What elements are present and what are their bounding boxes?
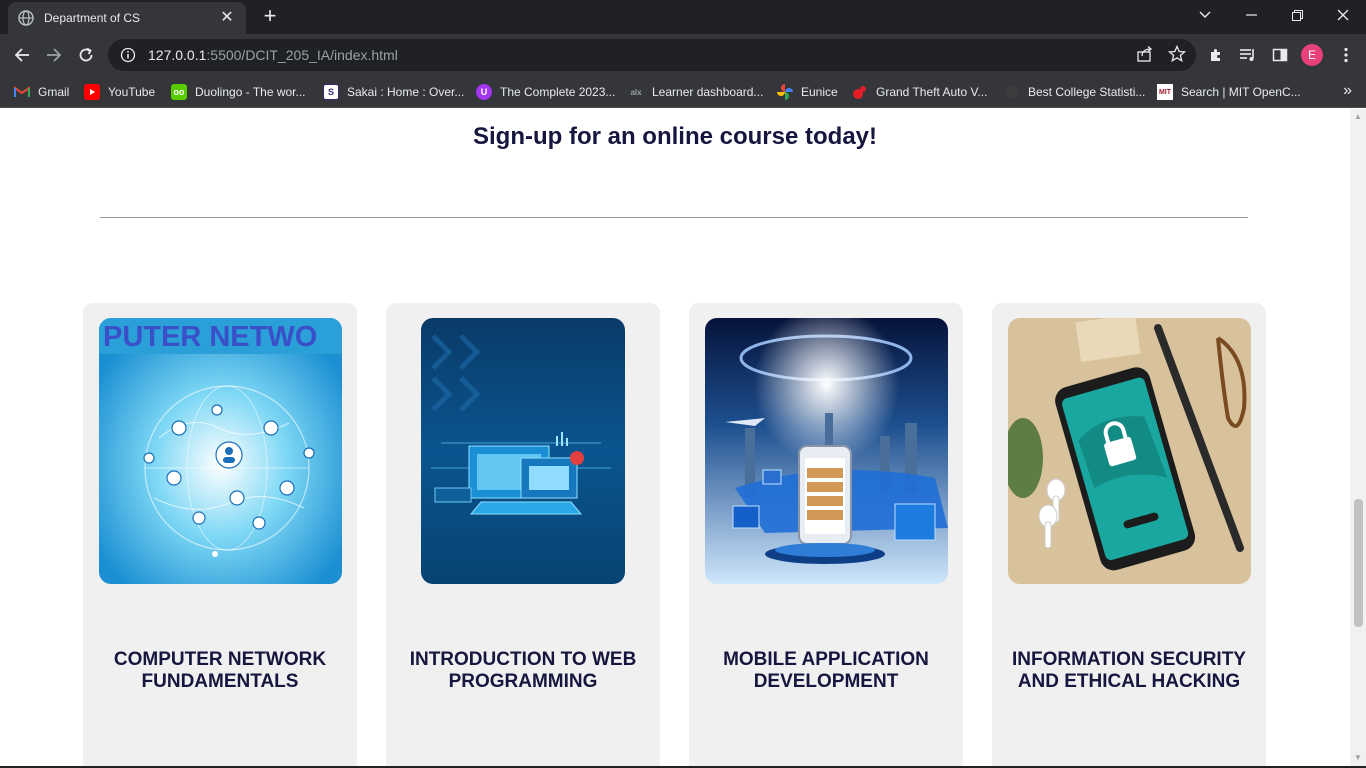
sakai-icon: S xyxy=(323,84,339,100)
browser-tab-strip: Department of CS ✕ + xyxy=(0,0,1366,34)
bookmark-label: Eunice xyxy=(801,85,838,99)
page-viewport: Sign-up for an online course today! PUTE… xyxy=(0,109,1350,766)
site-info-icon[interactable] xyxy=(120,47,136,63)
bookmark-label: Best College Statisti... xyxy=(1028,85,1146,99)
course-image-networks: PUTER NETWO xyxy=(99,318,342,584)
alx-icon: alx xyxy=(630,87,642,97)
side-panel-icon[interactable] xyxy=(1266,41,1294,69)
more-bookmarks-icon[interactable]: » xyxy=(1343,82,1352,100)
course-title[interactable]: INFORMATION SECURITY AND ETHICAL HACKING xyxy=(992,649,1266,693)
back-button[interactable] xyxy=(8,41,36,69)
course-card-mobile-development[interactable]: MOBILE APPLICATION DEVELOPMENT xyxy=(689,303,963,766)
page-scrollbar[interactable]: ▲ ▼ xyxy=(1350,109,1366,766)
bookmark-gta[interactable]: Grand Theft Auto V... xyxy=(852,82,987,102)
url-text[interactable]: 127.0.0.1:5500/DCIT_205_IA/index.html xyxy=(148,47,398,63)
profile-avatar[interactable]: E xyxy=(1301,44,1323,66)
forward-button[interactable] xyxy=(40,41,68,69)
bookmark-label: The Complete 2023... xyxy=(500,85,616,99)
course-card-information-security[interactable]: INFORMATION SECURITY AND ETHICAL HACKING xyxy=(992,303,1266,766)
bookmark-label: Duolingo - The wor... xyxy=(195,85,306,99)
course-image-mobile-development xyxy=(705,318,948,584)
scroll-up-icon[interactable]: ▲ xyxy=(1354,113,1362,121)
section-divider xyxy=(100,217,1248,218)
bookmark-udemy[interactable]: U The Complete 2023... xyxy=(476,82,615,102)
media-queue-icon[interactable] xyxy=(1234,41,1262,69)
youtube-icon xyxy=(84,84,100,100)
mit-ocw-icon: MIT xyxy=(1157,84,1173,100)
bookmark-label: Gmail xyxy=(38,85,70,99)
browser-toolbar: 127.0.0.1:5500/DCIT_205_IA/index.html xyxy=(0,34,1366,76)
bookmark-label: Learner dashboard... xyxy=(652,85,764,99)
bookmark-gmail[interactable]: Gmail xyxy=(14,82,69,102)
bookmark-youtube[interactable]: YouTube xyxy=(84,82,155,102)
course-title[interactable]: COMPUTER NETWORK FUNDAMENTALS xyxy=(83,649,357,693)
course-card-web-programming[interactable]: INTRODUCTION TO WEB PROGRAMMING xyxy=(386,303,660,766)
minimize-button[interactable] xyxy=(1228,0,1274,30)
url-host: 127.0.0.1 xyxy=(148,47,207,63)
course-title[interactable]: MOBILE APPLICATION DEVELOPMENT xyxy=(689,649,963,693)
reload-button[interactable] xyxy=(72,41,100,69)
new-tab-button[interactable]: + xyxy=(258,5,282,28)
gmail-icon xyxy=(14,84,30,100)
bookmark-eunice[interactable]: Eunice xyxy=(777,82,838,102)
restore-button[interactable] xyxy=(1274,0,1320,30)
bookmarks-bar: Gmail YouTube oo Duolingo - The wor... S… xyxy=(0,76,1366,108)
course-image-text: PUTER NETWO xyxy=(103,321,317,353)
bookmark-label: Grand Theft Auto V... xyxy=(876,85,988,99)
course-card-networks[interactable]: PUTER NETWO COMPUTER NETWORK FUNDAMENTAL… xyxy=(83,303,357,766)
bookmark-mit-ocw[interactable]: MIT Search | MIT OpenC... xyxy=(1157,82,1301,102)
tab-title: Department of CS xyxy=(44,11,141,25)
globe-icon xyxy=(18,10,34,26)
tab-search-chevron-icon[interactable] xyxy=(1182,0,1228,30)
close-tab-icon[interactable]: ✕ xyxy=(218,10,236,26)
share-icon[interactable] xyxy=(1136,45,1154,63)
scroll-down-icon[interactable]: ▼ xyxy=(1354,754,1362,762)
page-heading: Sign-up for an online course today! xyxy=(472,123,877,150)
address-bar[interactable]: 127.0.0.1:5500/DCIT_205_IA/index.html xyxy=(108,39,1196,71)
close-window-button[interactable] xyxy=(1320,0,1366,30)
extensions-icon[interactable] xyxy=(1202,41,1230,69)
course-image-information-security xyxy=(1008,318,1251,584)
bookmark-label: Search | MIT OpenC... xyxy=(1181,85,1301,99)
bookmark-sakai[interactable]: S Sakai : Home : Over... xyxy=(323,82,464,102)
bookmark-label: Sakai : Home : Over... xyxy=(347,85,465,99)
bookmark-alx[interactable]: alx Learner dashboard... xyxy=(628,82,763,102)
rockstar-icon xyxy=(852,84,868,100)
bookmark-label: YouTube xyxy=(108,85,156,99)
menu-kebab-icon[interactable] xyxy=(1332,41,1360,69)
bookmark-duolingo[interactable]: oo Duolingo - The wor... xyxy=(171,82,306,102)
course-title[interactable]: INTRODUCTION TO WEB PROGRAMMING xyxy=(386,649,660,693)
bookmark-college-stats[interactable]: Best College Statisti... xyxy=(1004,82,1145,102)
bookmark-star-icon[interactable] xyxy=(1168,45,1186,63)
browser-tab-active[interactable]: Department of CS ✕ xyxy=(8,2,246,34)
google-photos-icon xyxy=(777,84,793,100)
site-icon xyxy=(1004,84,1020,100)
url-path: :5500/DCIT_205_IA/index.html xyxy=(206,47,398,63)
udemy-icon: U xyxy=(476,84,492,100)
scroll-thumb[interactable] xyxy=(1354,499,1363,627)
duolingo-icon: oo xyxy=(171,84,187,100)
course-image-web-programming xyxy=(421,318,625,584)
